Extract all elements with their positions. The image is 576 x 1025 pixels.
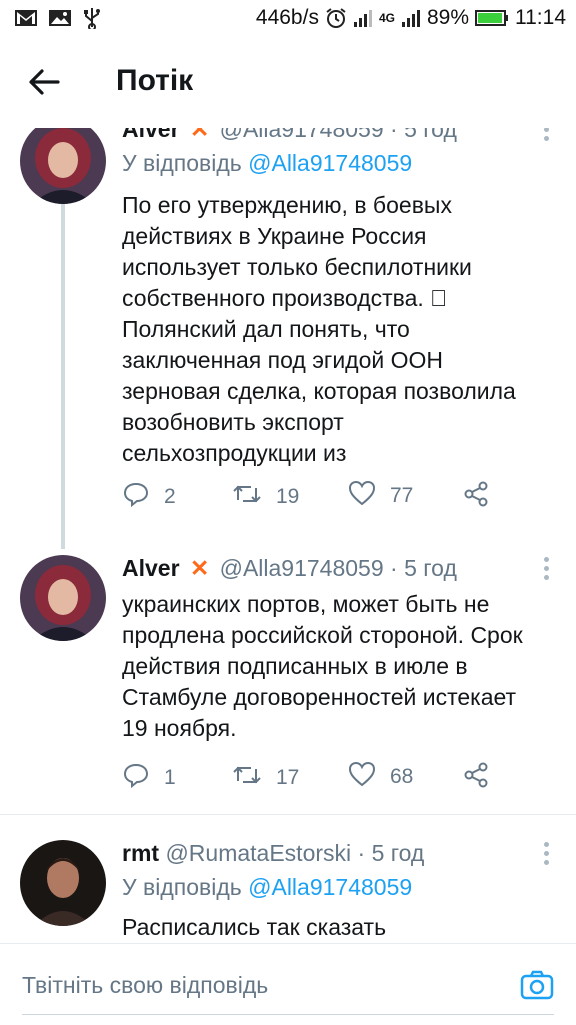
tweet-text-line: Стамбуле договоренностей истекает xyxy=(122,684,517,710)
user-handle: @Alla91748059 xyxy=(219,555,384,581)
tweet-feed[interactable]: Alver ✕ @Alla91748059 · 5 год У відповід… xyxy=(0,128,576,943)
tweet-text-line: зерновая сделка, которая позволила xyxy=(122,378,516,404)
tweet-text-line: использует только беспилотники xyxy=(122,254,472,280)
alarm-icon xyxy=(325,7,347,29)
reply-button[interactable]: 2 xyxy=(122,480,176,514)
avatar[interactable] xyxy=(20,840,106,926)
avatar[interactable] xyxy=(20,555,106,641)
more-options-icon[interactable] xyxy=(542,557,550,583)
share-button[interactable] xyxy=(462,480,490,514)
tweet-text-line: собственного производства.   xyxy=(122,285,448,311)
reply-composer: Твітніть свою відповідь xyxy=(0,943,576,1025)
reply-icon xyxy=(122,480,150,514)
gallery-icon xyxy=(48,8,72,28)
user-handle: @RumataEstorski xyxy=(165,840,352,866)
tweet-time: · 5 год xyxy=(357,840,425,866)
usb-icon xyxy=(82,7,102,29)
tweet-header: Alver ✕ @Alla91748059 · 5 год xyxy=(122,128,457,143)
user-name[interactable]: rmt xyxy=(122,840,159,866)
reply-button[interactable]: 1 xyxy=(122,761,176,795)
battery-icon xyxy=(475,8,509,28)
like-count: 68 xyxy=(390,765,414,788)
tweet-text: украинских портов, может быть не продлен… xyxy=(122,589,552,744)
reply-count: 1 xyxy=(164,766,176,789)
network-type: 4G xyxy=(378,11,395,25)
thread-line xyxy=(61,204,65,549)
app-bar: Потік xyxy=(0,38,576,128)
tweet-text-line: украинских портов, может быть не xyxy=(122,591,490,617)
tweet-actions: 1 17 68 xyxy=(122,761,502,791)
reply-input[interactable]: Твітніть свою відповідь xyxy=(22,972,268,999)
reply-count: 2 xyxy=(164,485,176,508)
tweet-text-line: Расписались так сказать xyxy=(122,914,387,940)
retweet-button[interactable]: 19 xyxy=(232,480,299,514)
back-arrow-icon[interactable] xyxy=(24,62,64,102)
signal-icon-2 xyxy=(401,8,421,28)
tweet-text-line: продлена российской стороной. Срок xyxy=(122,622,523,648)
user-name[interactable]: Alver xyxy=(122,128,180,142)
battery-percent: 89% xyxy=(426,6,469,29)
tweet-text: По его утверждению, в боевых действиях в… xyxy=(122,190,552,469)
network-speed: 446b/s xyxy=(255,6,319,29)
reply-handle-link[interactable]: @Alla91748059 xyxy=(248,150,412,176)
tweet-text-line: По его утверждению, в боевых xyxy=(122,192,452,218)
tweet-actions: 2 19 77 xyxy=(122,480,502,510)
share-icon xyxy=(462,761,490,795)
tweet-text-line: действия подписанных в июле в xyxy=(122,653,468,679)
reply-prefix: У відповідь xyxy=(122,874,242,900)
x-badge-icon: ✕ xyxy=(189,555,210,581)
gmail-icon xyxy=(14,8,38,28)
user-name[interactable]: Alver xyxy=(122,555,180,581)
reply-icon xyxy=(122,761,150,795)
signal-icon xyxy=(353,8,373,28)
x-badge-icon: ✕ xyxy=(189,128,210,142)
tweet-text-line: заключенная под эгидой ООН xyxy=(122,347,444,373)
like-button[interactable]: 77 xyxy=(348,480,413,512)
retweet-count: 17 xyxy=(276,766,300,789)
like-button[interactable]: 68 xyxy=(348,761,413,793)
tweet-text-line: действиях в Украине Россия xyxy=(122,223,427,249)
heart-icon xyxy=(348,480,376,512)
tweet-time: · 5 год xyxy=(390,128,457,142)
status-bar: 446b/s 4G 89% 11:14 xyxy=(0,0,576,38)
clock: 11:14 xyxy=(515,6,566,29)
tweet-time: · 5 год xyxy=(390,555,457,581)
tweet-text-line: Полянский дал понять, что xyxy=(122,316,410,342)
camera-icon[interactable] xyxy=(520,968,554,1002)
more-options-icon[interactable] xyxy=(542,842,550,868)
retweet-icon xyxy=(232,480,262,514)
share-icon xyxy=(462,480,490,514)
reply-prefix: У відповідь xyxy=(122,150,242,176)
share-button[interactable] xyxy=(462,761,490,795)
reply-handle-link[interactable]: @Alla91748059 xyxy=(248,874,412,900)
tweet-header: Alver ✕ @Alla91748059 · 5 год xyxy=(122,555,457,582)
tweet-text-line: 19 ноября. xyxy=(122,715,237,741)
tweet-text-line: возобновить экспорт xyxy=(122,409,344,435)
retweet-count: 19 xyxy=(276,485,300,508)
reply-context: У відповідь @Alla91748059 xyxy=(122,150,412,177)
more-options-icon[interactable] xyxy=(542,128,550,144)
tweet-text: Расписались так сказать xyxy=(122,912,552,943)
tweet-header: rmt @RumataEstorski · 5 год xyxy=(122,840,424,867)
page-title: Потік xyxy=(116,64,194,97)
like-count: 77 xyxy=(390,484,414,507)
heart-icon xyxy=(348,761,376,793)
input-underline xyxy=(22,1014,554,1015)
tweet-divider xyxy=(0,814,576,815)
user-handle: @Alla91748059 xyxy=(219,128,384,142)
reply-context: У відповідь @Alla91748059 xyxy=(122,874,412,901)
tweet-text-line: сельхозпродукции из xyxy=(122,440,347,466)
avatar[interactable] xyxy=(20,128,106,204)
retweet-icon xyxy=(232,761,262,795)
retweet-button[interactable]: 17 xyxy=(232,761,299,795)
